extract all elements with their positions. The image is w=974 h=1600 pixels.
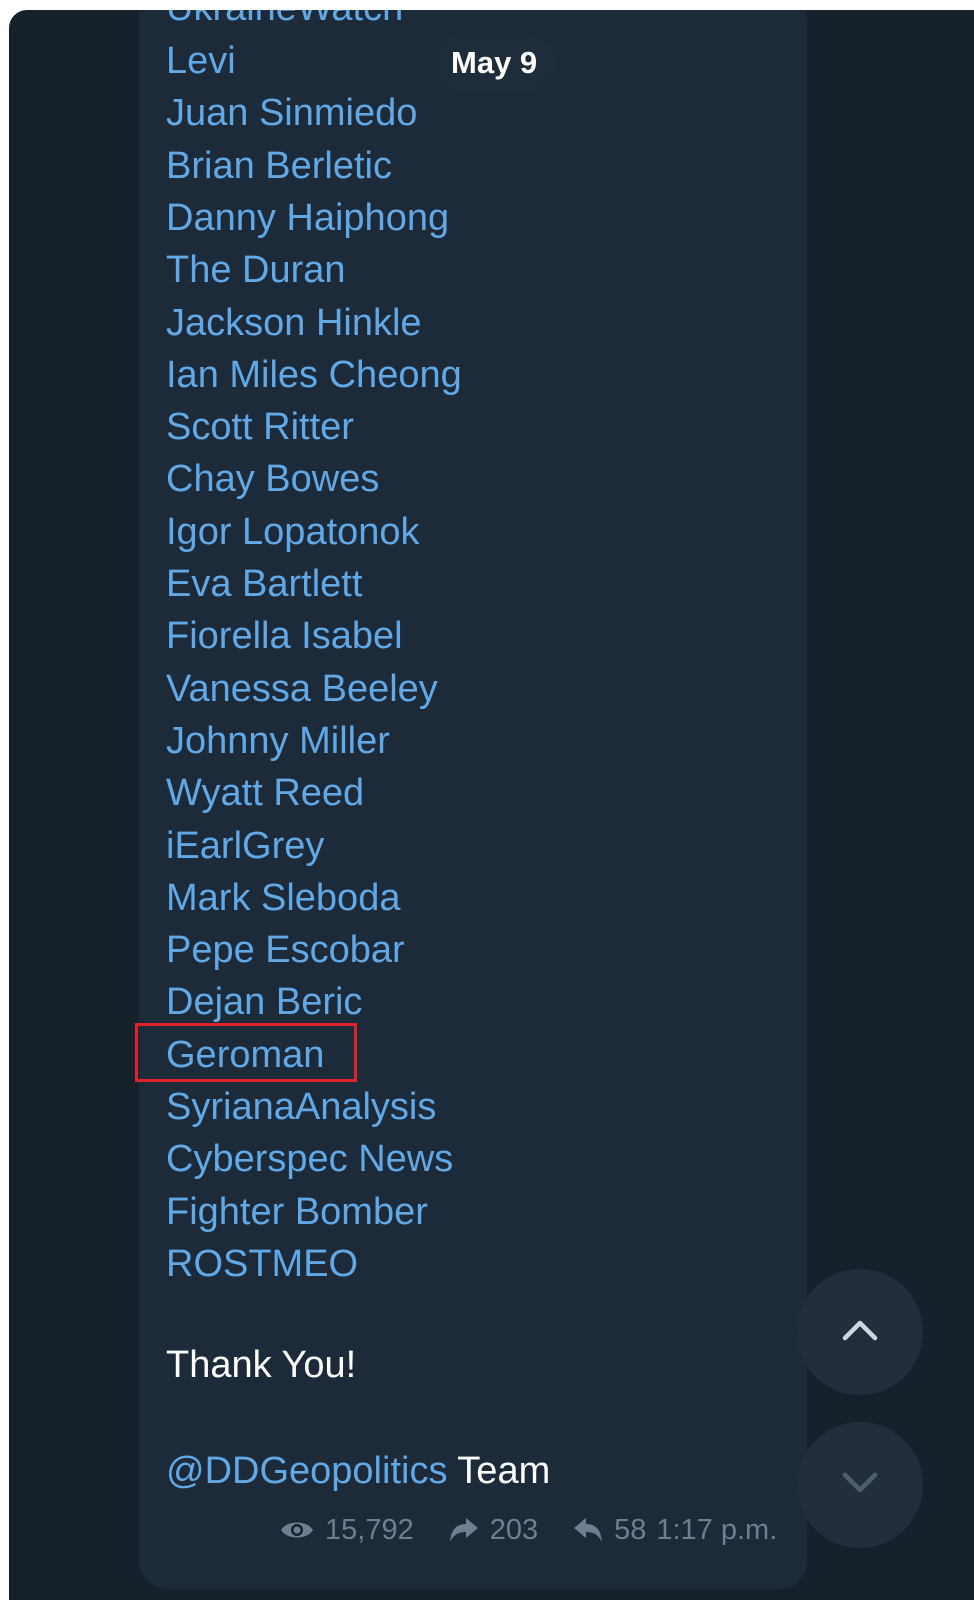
signoff-text: Team: [447, 1450, 551, 1492]
scroll-up-button[interactable]: [797, 1269, 923, 1395]
highlight-box: [135, 1023, 357, 1082]
channel-link[interactable]: Eva Bartlett: [166, 558, 362, 611]
channel-link[interactable]: iEarlGrey: [166, 820, 324, 873]
channel-link[interactable]: Mark Sleboda: [166, 872, 400, 925]
chevron-up-icon: [840, 1317, 880, 1348]
eye-icon: [279, 1517, 315, 1543]
channel-link[interactable]: Levi: [166, 35, 236, 88]
view-count: 15,792: [325, 1513, 414, 1546]
share-count: 203: [489, 1513, 539, 1546]
channel-link[interactable]: Brian Berletic: [166, 140, 392, 193]
date-badge: May 9: [433, 36, 556, 90]
channel-link[interactable]: The Duran: [166, 244, 346, 297]
channel-link[interactable]: Ian Miles Cheong: [166, 349, 462, 402]
chat-screen: UkraineWatch LeviJuan SinmiedoBrian Berl…: [9, 10, 974, 1600]
share-arrow-icon[interactable]: [448, 1516, 480, 1544]
channel-link[interactable]: Scott Ritter: [166, 401, 354, 454]
channel-link[interactable]: Johnny Miller: [166, 715, 390, 768]
message-meta: 15,792 203 58 1:17 p.m.: [279, 1508, 777, 1552]
scroll-down-button[interactable]: [797, 1422, 923, 1548]
channel-link[interactable]: Dejan Beric: [166, 976, 362, 1029]
channel-link[interactable]: Juan Sinmiedo: [166, 87, 417, 140]
channel-link[interactable]: Cyberspec News: [166, 1133, 453, 1186]
channel-link[interactable]: Danny Haiphong: [166, 192, 449, 245]
chevron-down-icon: [840, 1470, 880, 1501]
channel-link[interactable]: Chay Bowes: [166, 453, 379, 506]
signoff-line: @DDGeopolitics Team: [166, 1445, 550, 1498]
channel-link[interactable]: Vanessa Beeley: [166, 663, 438, 716]
channel-link[interactable]: Fighter Bomber: [166, 1186, 428, 1239]
channel-link[interactable]: Wyatt Reed: [166, 767, 364, 820]
channel-link[interactable]: Jackson Hinkle: [166, 297, 422, 350]
message-time: 1:17 p.m.: [656, 1513, 778, 1546]
channel-link[interactable]: Fiorella Isabel: [166, 610, 403, 663]
channel-link[interactable]: Pepe Escobar: [166, 924, 405, 977]
reply-count: 58: [614, 1513, 647, 1546]
channel-link-cutoff[interactable]: UkraineWatch: [166, 10, 403, 35]
channel-link[interactable]: ROSTMEO: [166, 1238, 358, 1291]
thanks-text: Thank You!: [166, 1344, 357, 1386]
mention-link[interactable]: @DDGeopolitics: [166, 1450, 447, 1492]
reply-arrow-icon[interactable]: [572, 1516, 604, 1544]
channel-link[interactable]: SyrianaAnalysis: [166, 1081, 436, 1134]
channel-link[interactable]: Igor Lopatonok: [166, 506, 420, 559]
